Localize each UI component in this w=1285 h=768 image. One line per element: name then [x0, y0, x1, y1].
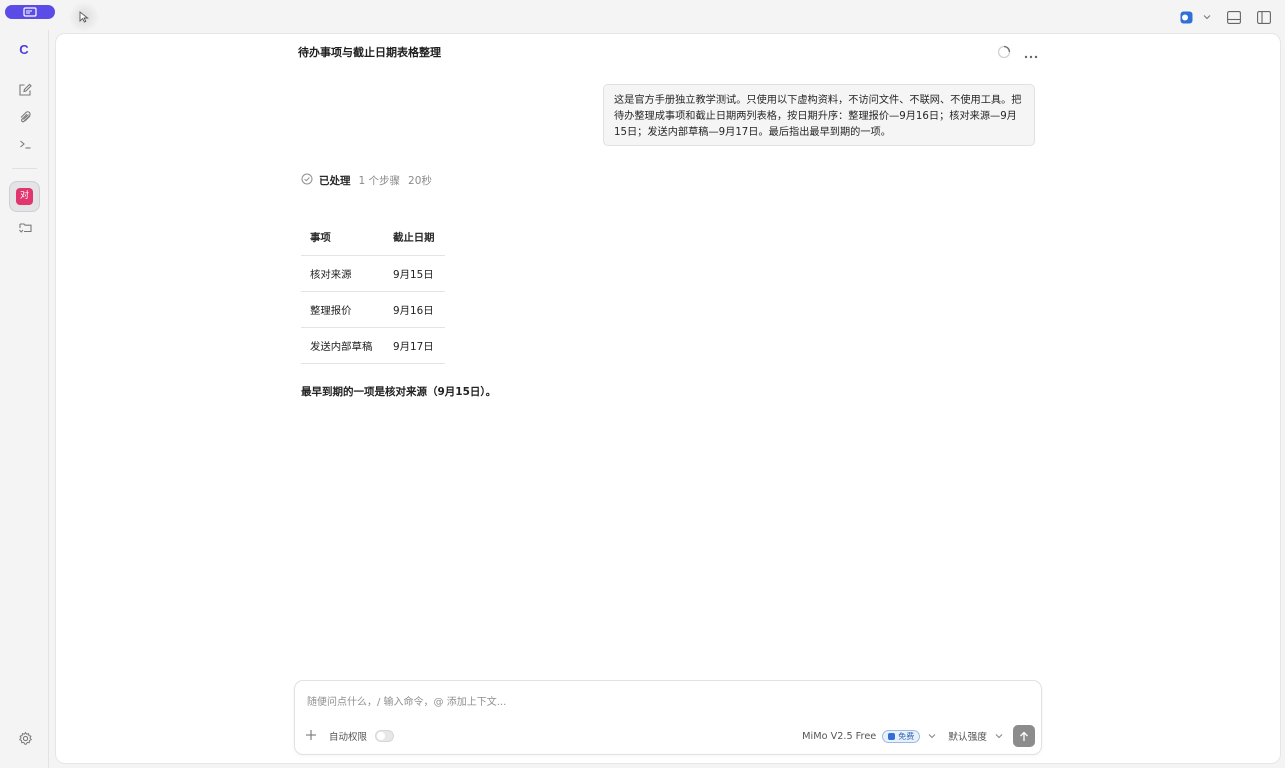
processed-status[interactable]: 已处理 1 个步骤 20秒	[301, 172, 432, 188]
edit-icon[interactable]	[14, 78, 36, 100]
deadline-cell: 9月16日	[384, 291, 445, 328]
auto-permission-toggle[interactable]	[375, 730, 395, 742]
todo-table: 事项 截止日期 核对来源 9月15日 整理报价 9月16日 发送内部草稿 9月1…	[301, 219, 445, 364]
table-header-row: 事项 截止日期	[301, 219, 445, 256]
table-row: 整理报价 9月16日	[301, 291, 445, 328]
model-chevron-down-icon[interactable]	[928, 732, 936, 741]
send-button[interactable]	[1013, 725, 1035, 747]
check-circle-icon	[301, 173, 313, 188]
free-badge-label: 免费	[898, 731, 915, 741]
deadline-cell: 9月17日	[384, 327, 445, 364]
column-header-deadline: 截止日期	[384, 219, 445, 256]
processed-steps: 1 个步骤	[358, 174, 401, 187]
table-row: 核对来源 9月15日	[301, 255, 445, 292]
conversation-chip-icon: 对	[16, 188, 33, 205]
chevron-down-icon[interactable]	[1203, 14, 1211, 20]
rail-divider	[12, 168, 37, 169]
terminal-icon[interactable]	[14, 133, 36, 155]
processed-duration: 20秒	[408, 174, 432, 187]
paperclip-icon[interactable]	[14, 105, 36, 127]
arrow-up-icon	[1020, 731, 1028, 741]
free-badge: 免费	[882, 729, 921, 743]
cursor-arrow-icon[interactable]	[68, 2, 100, 32]
more-options-icon[interactable]	[1024, 44, 1038, 63]
processed-label: 已处理	[319, 174, 351, 187]
model-name[interactable]: MiMo V2.5 Free	[802, 731, 876, 742]
panel-right-icon[interactable]	[1257, 10, 1271, 24]
task-cell: 发送内部草稿	[301, 327, 384, 364]
table-row: 发送内部草稿 9月17日	[301, 327, 445, 364]
assistant-answer: 最早到期的一项是核对来源（9月15日）。	[301, 386, 497, 398]
conversation-title: 待办事项与截止日期表格整理	[298, 46, 441, 59]
app-window-icon[interactable]	[5, 5, 55, 19]
strength-select[interactable]: 默认强度	[948, 729, 987, 743]
deadline-cell: 9月15日	[384, 255, 445, 292]
auto-permission-label: 自动权限	[329, 732, 368, 743]
user-message: 这是官方手册独立教学测试。只使用以下虚构资料，不访问文件、不联网、不使用工具。把…	[603, 84, 1035, 146]
column-header-task: 事项	[301, 219, 384, 256]
browser-profile-icon[interactable]	[1180, 11, 1193, 24]
task-cell: 核对来源	[301, 255, 384, 292]
task-cell: 整理报价	[301, 291, 384, 328]
title-bar	[0, 0, 1285, 32]
badge-icon	[888, 732, 896, 740]
conversation-panel: 待办事项与截止日期表格整理 这是官方手册独立教学测试。只使用以下虚构资料，不访问…	[55, 33, 1281, 764]
conversation-button[interactable]: 对	[9, 181, 40, 212]
composer: 自动权限 MiMo V2.5 Free 免费 默认强度	[294, 680, 1042, 755]
strength-chevron-down-icon[interactable]	[995, 732, 1003, 741]
message-input[interactable]	[307, 693, 1027, 711]
panel-bottom-icon[interactable]	[1227, 10, 1241, 24]
add-icon[interactable]	[305, 729, 317, 744]
left-rail: C 对	[0, 30, 49, 768]
gear-icon[interactable]	[14, 727, 36, 749]
app-logo: C	[19, 42, 29, 57]
loading-spinner-icon	[997, 44, 1011, 63]
folder-sync-icon[interactable]	[14, 216, 36, 238]
